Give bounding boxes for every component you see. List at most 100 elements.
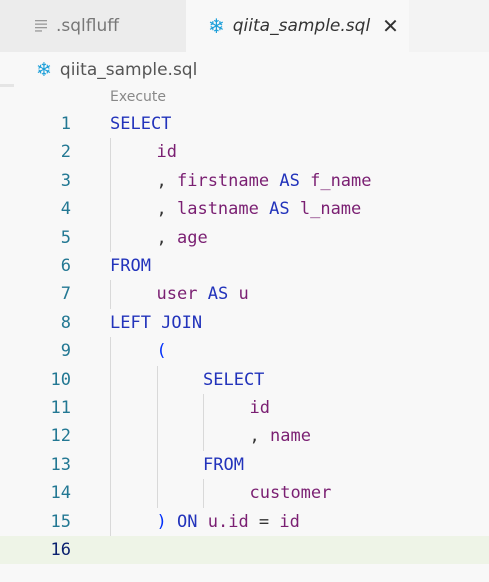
- code-line[interactable]: 12, name: [0, 422, 489, 451]
- line-number: 11: [50, 398, 71, 418]
- code-text: LEFT JOIN: [110, 309, 202, 337]
- line-number: 5: [60, 227, 71, 248]
- code-text: , lastname AS l_name: [157, 195, 362, 223]
- code-text: , firstname AS f_name: [157, 167, 372, 195]
- code-token: firstname: [176, 170, 270, 191]
- indent-guide: [156, 479, 158, 508]
- code-token: u.id: [207, 511, 249, 532]
- code-line[interactable]: 1 SELECT: [0, 110, 489, 138]
- code-line[interactable]: 5, age: [0, 223, 489, 252]
- indent-guide: [110, 365, 111, 394]
- tab-bar: .sqlfluff ❄ qiita_sample.sql ✕: [0, 0, 489, 52]
- code-token: u: [238, 284, 249, 305]
- code-text: ) ON u.id = id: [157, 508, 300, 536]
- indent-guide: [110, 422, 111, 451]
- lines-icon: [34, 17, 48, 36]
- code-token: AS: [279, 170, 300, 191]
- line-number: 12: [50, 426, 71, 447]
- code-token: (: [156, 341, 167, 362]
- code-token: ): [156, 511, 167, 532]
- code-line[interactable]: 8 LEFT JOIN: [0, 309, 489, 337]
- code-text: id: [250, 394, 270, 422]
- code-token: ,: [156, 227, 177, 248]
- line-number: 13: [50, 454, 71, 475]
- indent-guide: [110, 166, 111, 196]
- line-number: 6: [60, 256, 71, 276]
- code-line[interactable]: 10 SELECT: [0, 365, 489, 394]
- code-line[interactable]: 14 customer: [0, 479, 489, 508]
- code-text: FROM: [110, 252, 151, 280]
- close-icon[interactable]: ✕: [382, 16, 399, 36]
- code-line[interactable]: 7 user AS u: [0, 280, 489, 309]
- line-number: 8: [60, 312, 71, 333]
- line-number: 7: [60, 284, 71, 305]
- code-token: name: [269, 426, 311, 447]
- indent-guide: [110, 450, 111, 480]
- code-text: , name: [250, 422, 311, 450]
- code-token: lastname: [176, 199, 259, 220]
- code-line[interactable]: 4 , lastname AS l_name: [0, 195, 489, 224]
- tab-label: qiita_sample.sql: [232, 16, 371, 36]
- code-token: FROM: [110, 256, 151, 276]
- code-text: customer: [250, 479, 332, 507]
- line-number: 15: [50, 511, 71, 532]
- line-number: 9: [60, 341, 71, 362]
- line-number: 4: [60, 199, 71, 220]
- indent-guide: [110, 507, 111, 536]
- indent-guide: [203, 479, 204, 508]
- code-line[interactable]: 11 id: [0, 394, 489, 423]
- code-token: SELECT: [110, 114, 172, 134]
- code-text: , age: [157, 224, 208, 252]
- indent-guide: [156, 422, 158, 451]
- tab-qiita-sample[interactable]: ❄ qiita_sample.sql ✕: [186, 0, 409, 52]
- breadcrumb[interactable]: ❄ qiita_sample.sql: [36, 56, 197, 84]
- code-token: ,: [156, 170, 177, 191]
- code-token: ON: [177, 511, 198, 532]
- breadcrumb-file: qiita_sample.sql: [59, 60, 198, 80]
- indent-guide: [110, 479, 111, 508]
- indent-guide: [156, 365, 158, 394]
- tab-label: .sqlfluff: [56, 16, 119, 36]
- code-token: id: [249, 398, 270, 418]
- execute-codelens[interactable]: Execute: [110, 89, 166, 109]
- indent-guide: [110, 195, 111, 224]
- code-token: ,: [249, 426, 270, 447]
- indent-guide: [110, 138, 111, 167]
- snowflake-icon: ❄: [208, 14, 225, 38]
- code-text: (: [157, 337, 167, 365]
- code-line[interactable]: 15 ) ON u.id = id: [0, 507, 489, 536]
- code-line[interactable]: 2 id: [0, 138, 489, 167]
- code-token: age: [176, 227, 208, 248]
- snowflake-icon: ❄: [36, 58, 52, 81]
- code-token: id: [156, 142, 177, 163]
- code-token: l_name: [299, 199, 362, 220]
- line-number: 1: [60, 114, 71, 134]
- code-editor[interactable]: 1 SELECT 2 id 3, firstname AS f_name 4, lastn…: [0, 110, 489, 582]
- code-token: LEFT JOIN: [110, 312, 203, 333]
- tab-sqlfluff[interactable]: .sqlfluff: [0, 0, 186, 52]
- code-token: customer: [249, 483, 332, 504]
- line-number: 3: [60, 170, 71, 191]
- indent-guide: [110, 394, 111, 423]
- indent-guide: [110, 223, 111, 252]
- code-text: id: [157, 138, 177, 166]
- code-token: AS: [207, 284, 229, 305]
- code-line[interactable]: 6 FROM: [0, 252, 489, 280]
- code-token: user: [156, 284, 198, 305]
- code-line[interactable]: 13 FROM: [0, 450, 489, 480]
- code-line[interactable]: 9(: [0, 337, 489, 366]
- code-text: FROM: [203, 451, 244, 479]
- code-line[interactable]: 3 , firstname AS f_name: [0, 166, 489, 196]
- code-token: =: [248, 511, 280, 532]
- code-text: SELECT: [110, 110, 171, 138]
- code-line[interactable]: 16: [0, 536, 489, 565]
- line-number: 14: [50, 483, 71, 504]
